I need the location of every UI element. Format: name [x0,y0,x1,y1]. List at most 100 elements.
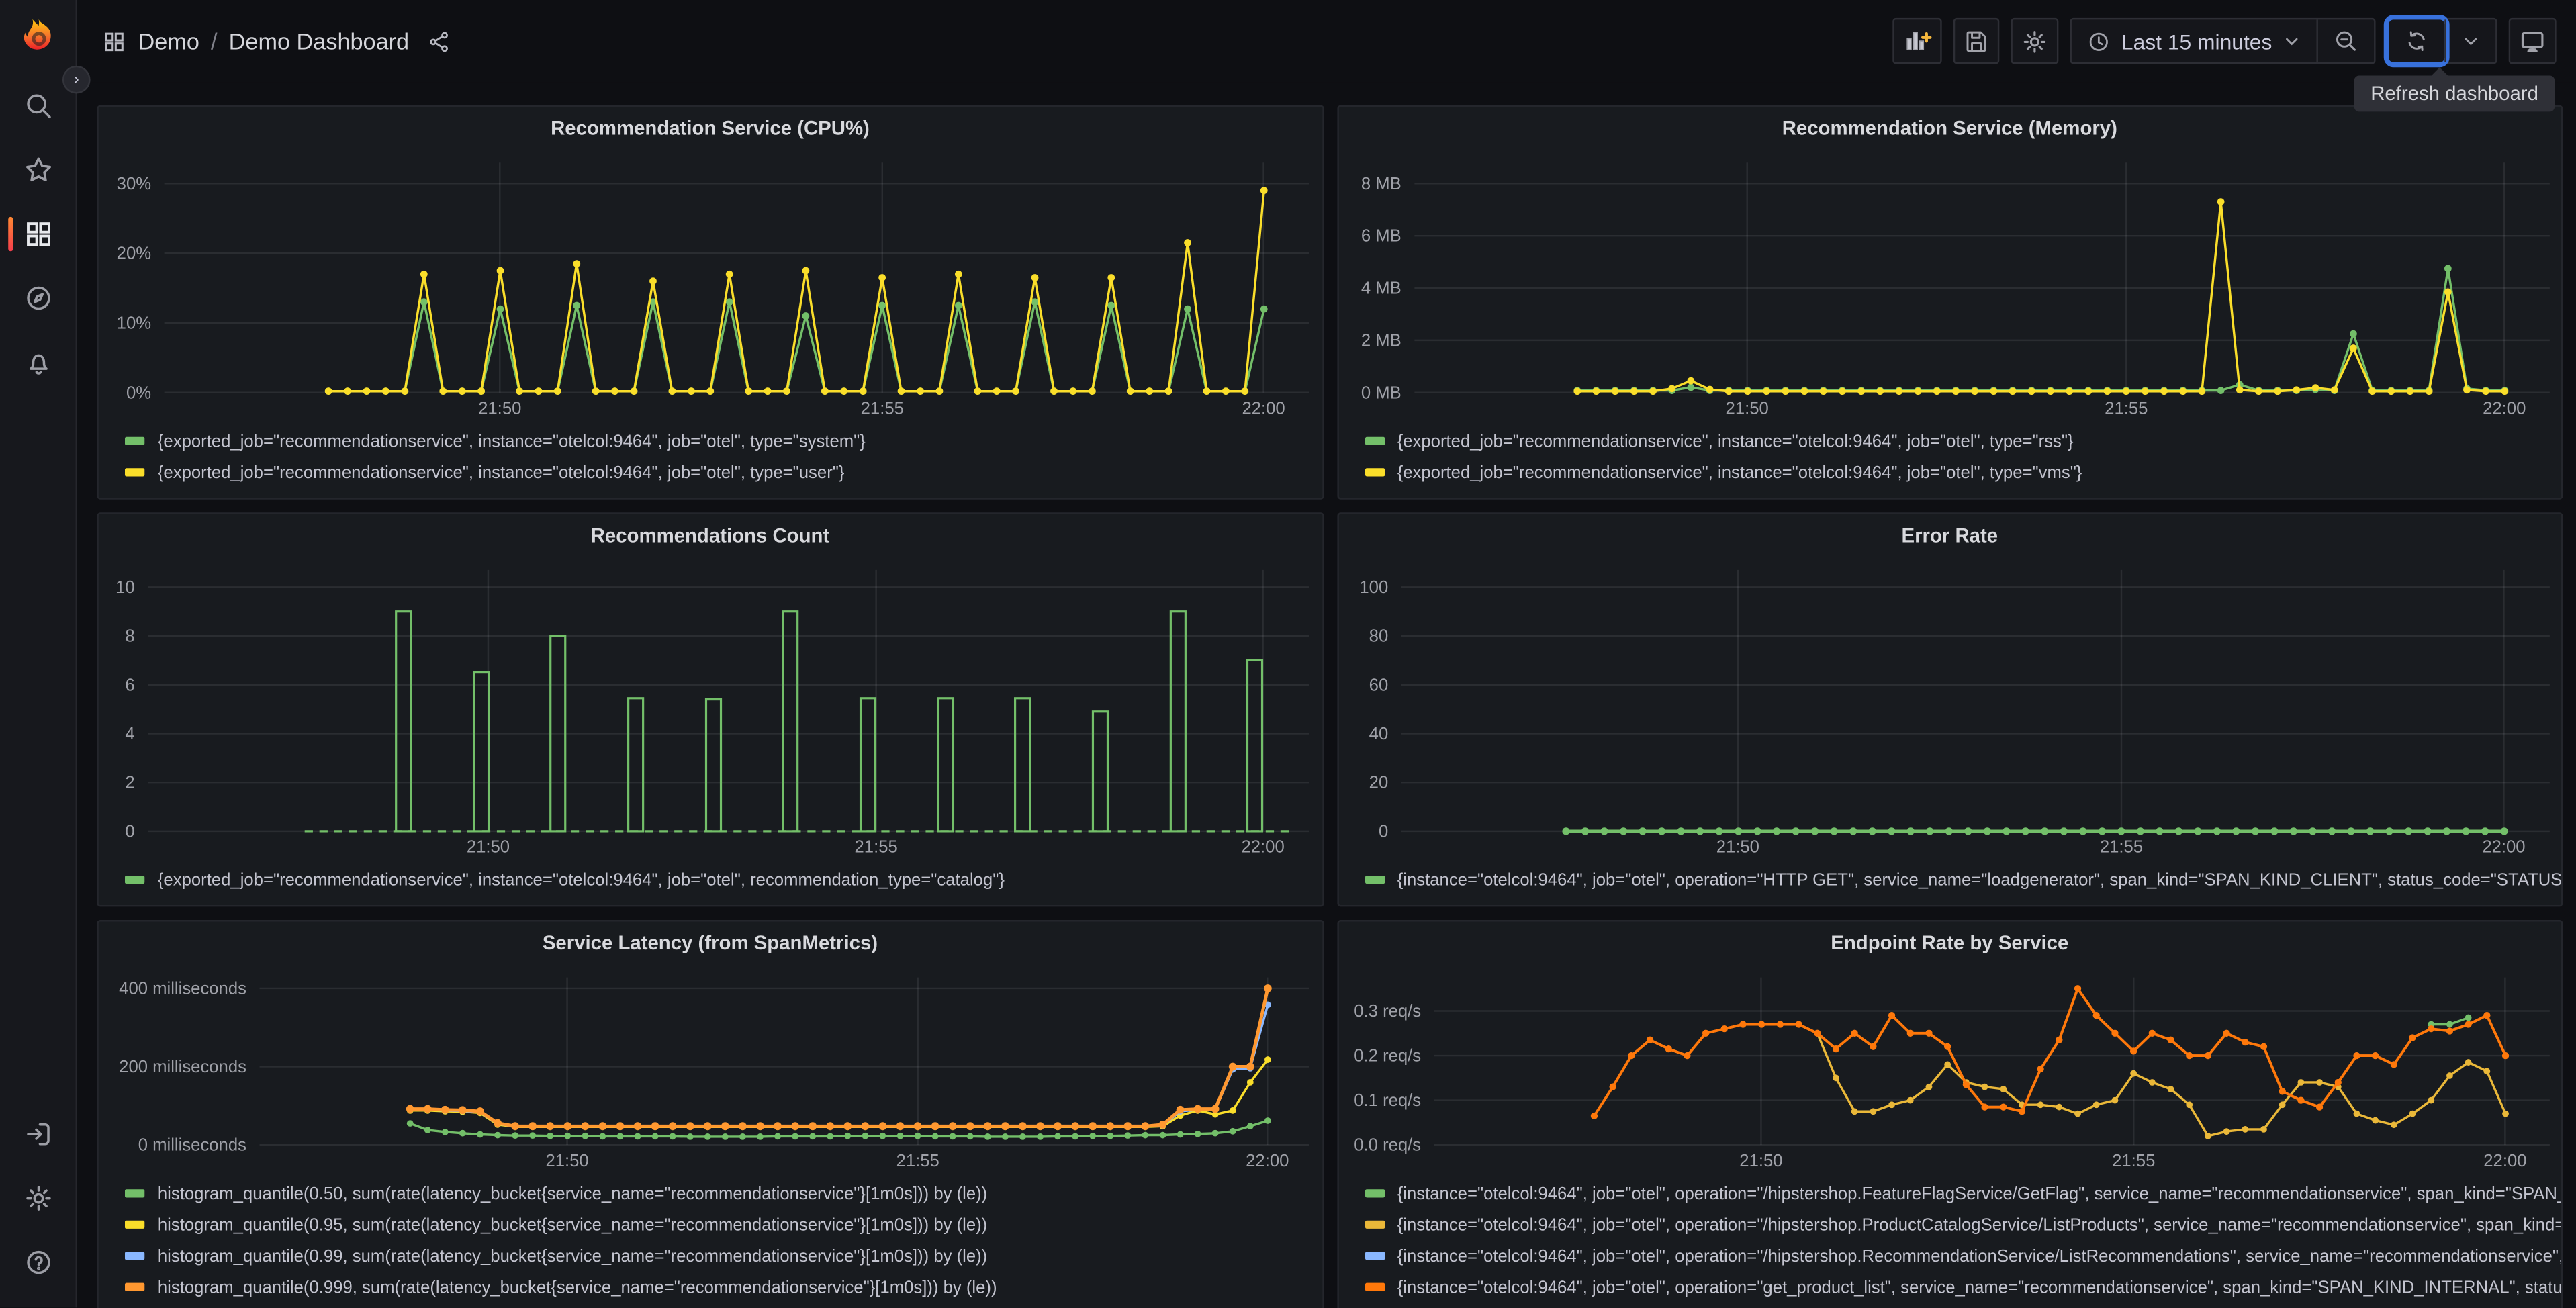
svg-text:21:50: 21:50 [467,838,510,857]
legend-item[interactable]: {exported_job="recommendationservice", i… [124,864,1322,895]
sidebar-item-starred[interactable] [0,138,77,202]
chart-svg[interactable]: 0 20 40 60 80 100 21:50 21:55 22:00 [1338,557,2561,861]
zoom-out-time-button[interactable] [2316,19,2374,62]
legend-swatch [1364,468,1385,477]
svg-text:40: 40 [1368,725,1387,743]
legend-item[interactable]: histogram_quantile(0.999, sum(rate(laten… [124,1272,1322,1303]
legend-label: {exported_job="recommendationservice", i… [157,431,866,451]
legend-swatch [124,1282,145,1291]
svg-text:200 milliseconds: 200 milliseconds [119,1058,246,1076]
legend-swatch [124,468,145,477]
svg-text:21:50: 21:50 [1716,838,1759,857]
svg-text:8 MB: 8 MB [1361,175,1401,193]
svg-text:4 MB: 4 MB [1361,279,1401,298]
svg-text:21:55: 21:55 [855,838,898,857]
add-panel-icon [1906,32,1932,50]
refresh-interval-dropdown[interactable] [2444,19,2495,62]
legend-item[interactable]: histogram_quantile(0.99, sum(rate(latenc… [124,1240,1322,1271]
panel-legend: {instance="otelcol:9464", job="otel", op… [1338,861,2561,905]
svg-text:0 milliseconds: 0 milliseconds [138,1136,246,1155]
panel-recommendations-count: Recommendations Count 0 2 4 6 8 10 21:50 21:55 2… [97,512,1324,907]
breadcrumb-page[interactable]: Demo Dashboard [229,28,409,54]
time-range-picker[interactable]: Last 15 minutes [2072,19,2316,62]
legend-item[interactable]: {instance="otelcol:9464", job="otel", op… [1364,864,2561,895]
tooltip-text: Refresh dashboard [2371,82,2538,105]
svg-text:20: 20 [1368,774,1387,792]
sidebar-item-explore[interactable] [0,266,77,330]
svg-text:0.2 req/s: 0.2 req/s [1353,1047,1420,1066]
svg-text:21:55: 21:55 [2104,400,2147,418]
sidebar-item-help[interactable] [0,1231,77,1295]
svg-text:22:00: 22:00 [2483,1152,2526,1170]
svg-text:8: 8 [125,627,134,646]
svg-text:21:50: 21:50 [1724,400,1767,418]
share-icon[interactable] [427,29,452,54]
svg-text:21:55: 21:55 [2099,838,2142,857]
svg-text:0.3 req/s: 0.3 req/s [1353,1002,1420,1021]
legend-label: {exported_job="recommendationservice", i… [1397,462,2082,483]
gear-icon [26,1186,50,1211]
legend-item[interactable]: {instance="otelcol:9464", job="otel", op… [1364,1178,2561,1209]
panel-legend: {exported_job="recommendationservice", i… [99,861,1322,905]
chart-svg[interactable]: 0% 10% 20% 30% 21:50 21:55 22:00 [99,150,1322,422]
svg-text:21:55: 21:55 [2111,1152,2154,1170]
breadcrumb-section[interactable]: Demo [138,28,199,54]
grafana-logo[interactable] [15,16,60,60]
legend-item[interactable]: histogram_quantile(0.95, sum(rate(latenc… [124,1209,1322,1240]
svg-text:6: 6 [125,675,134,694]
sidebar-item-dashboards[interactable] [0,202,77,266]
navbar: Demo / Demo Dashboard Last 15 minutes [77,0,2576,83]
legend-label: {instance="otelcol:9464", job="otel", op… [1397,870,2561,890]
gear-icon [2024,30,2046,52]
panel-legend: histogram_quantile(0.50, sum(rate(latenc… [99,1174,1322,1308]
compass-icon [26,286,50,310]
legend-item[interactable]: {exported_job="recommendationservice", i… [124,426,1322,457]
svg-text:21:55: 21:55 [896,1152,939,1170]
panel-title[interactable]: Recommendations Count [99,514,1322,557]
panel-title[interactable]: Recommendation Service (CPU%) [99,107,1322,150]
svg-text:2: 2 [125,774,134,792]
svg-text:22:00: 22:00 [1241,838,1284,857]
panel-service-latency: Service Latency (from SpanMetrics) 0 mil… [97,920,1324,1308]
monitor-icon [2521,31,2544,52]
legend-item[interactable]: {instance="otelcol:9464", job="otel", op… [1364,1240,2561,1271]
legend-item[interactable]: histogram_quantile(0.50, sum(rate(latenc… [124,1178,1322,1209]
legend-item[interactable]: {exported_job="recommendationservice", i… [124,457,1322,487]
legend-item[interactable]: {instance="otelcol:9464", job="otel", op… [1364,1272,2561,1303]
legend-label: {exported_job="recommendationservice", i… [157,462,845,483]
chart-svg[interactable]: 0 milliseconds 200 milliseconds 400 millis… [99,964,1322,1174]
add-panel-button[interactable] [1892,17,1943,64]
legend-label: histogram_quantile(0.95, sum(rate(latenc… [157,1215,988,1235]
sidebar-item-alerting[interactable] [0,330,77,394]
legend-item[interactable]: {exported_job="recommendationservice", i… [1364,426,2561,457]
panel-title[interactable]: Endpoint Rate by Service [1338,921,2561,964]
legend-label: histogram_quantile(0.999, sum(rate(laten… [157,1277,997,1297]
refresh-dashboard-button[interactable] [2383,15,2450,68]
legend-item[interactable]: {instance="otelcol:9464", job="otel", op… [1364,1209,2561,1240]
legend-swatch [124,436,145,445]
panel-legend: {instance="otelcol:9464", job="otel", op… [1338,1174,2561,1308]
chart-svg[interactable]: 0.0 req/s 0.1 req/s 0.2 req/s 0.3 req/s 21:5… [1338,964,2561,1174]
dashboard-settings-button[interactable] [2011,17,2059,64]
panel-recommendation-service-cpu: Recommendation Service (CPU%) 0% 10% 20% 30… [97,105,1324,500]
svg-text:0: 0 [1378,822,1387,841]
cycle-view-mode-button[interactable] [2508,17,2557,64]
legend-item[interactable]: {exported_job="recommendationservice", i… [1364,457,2561,487]
chart-svg[interactable]: 0 2 4 6 8 10 21:50 21:55 22:00 [99,557,1322,861]
sidebar-item-sign-in[interactable] [0,1103,77,1167]
chart-svg[interactable]: 0 MB 2 MB 4 MB 6 MB 8 MB 21:50 21:55 22:00 [1338,150,2561,422]
panel-title[interactable]: Recommendation Service (Memory) [1338,107,2561,150]
panel-title[interactable]: Error Rate [1338,514,2561,557]
svg-text:0.0 req/s: 0.0 req/s [1353,1136,1420,1155]
legend-swatch [124,1252,145,1260]
save-dashboard-button[interactable] [1953,17,2000,64]
star-icon [25,157,50,182]
svg-text:21:50: 21:50 [1739,1152,1782,1170]
sidebar-item-configuration[interactable] [0,1167,77,1231]
legend-swatch [1364,875,1385,884]
panel-title[interactable]: Service Latency (from SpanMetrics) [99,921,1322,964]
sidebar-expand-button[interactable]: › [62,65,91,94]
legend-swatch [1364,1282,1385,1291]
chevron-down-icon [2286,38,2298,46]
svg-text:30%: 30% [117,175,151,193]
